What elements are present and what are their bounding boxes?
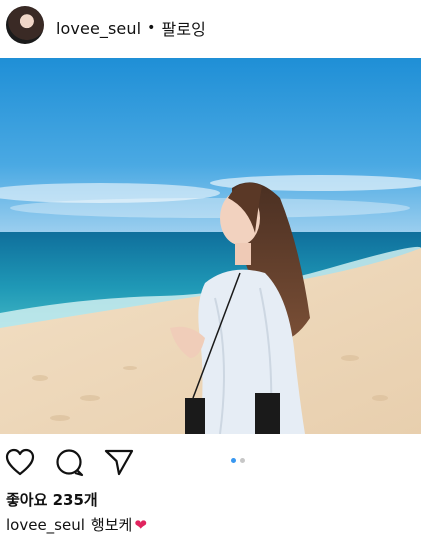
caption-text: 행보케 bbox=[90, 516, 133, 534]
post-username[interactable]: lovee_seul bbox=[56, 19, 141, 38]
caption-username[interactable]: lovee_seul bbox=[6, 516, 85, 534]
carousel-dots bbox=[231, 458, 245, 463]
carousel-dot bbox=[240, 458, 245, 463]
post-actions bbox=[0, 440, 421, 484]
post-photo[interactable] bbox=[0, 58, 421, 434]
profile-avatar[interactable] bbox=[6, 6, 44, 44]
post-caption: lovee_seul 행보케 ❤ bbox=[6, 514, 147, 535]
carousel-dot-active bbox=[231, 458, 236, 463]
following-button[interactable]: 팔로잉 bbox=[162, 16, 206, 40]
header-text: lovee_seul • 팔로잉 bbox=[56, 16, 206, 40]
comment-bubble-icon[interactable] bbox=[55, 448, 85, 478]
red-heart-emoji: ❤ bbox=[134, 515, 147, 534]
separator-dot: • bbox=[147, 20, 156, 36]
like-heart-icon[interactable] bbox=[5, 448, 35, 476]
share-paper-plane-icon[interactable] bbox=[104, 448, 134, 476]
post-header: lovee_seul • 팔로잉 bbox=[0, 0, 421, 54]
likes-count[interactable]: 좋아요 235개 bbox=[6, 489, 98, 510]
